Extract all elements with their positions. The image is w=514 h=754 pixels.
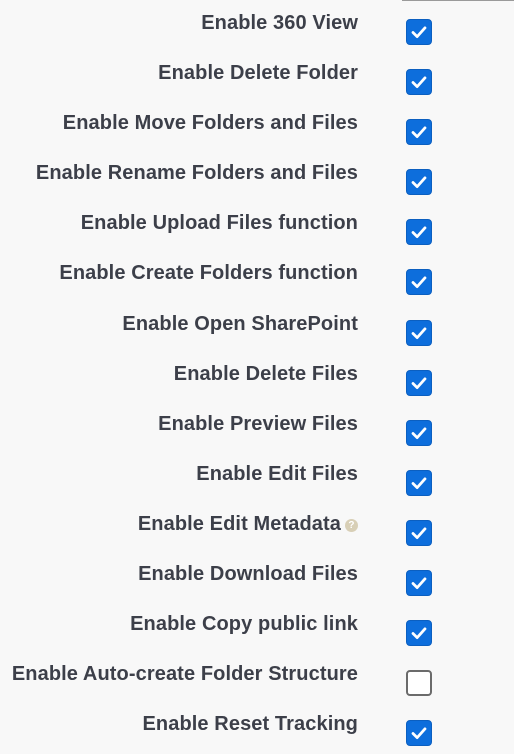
checkbox-enable-preview-files[interactable] [406,419,432,446]
setting-label-enable-upload-files-function: Enable Upload Files function [81,212,358,235]
setting-row-enable-open-sharepoint: Enable Open SharePoint [0,301,514,351]
checkmark-icon [411,377,427,389]
checkmark-icon [411,577,427,590]
checkmark-icon [411,627,427,640]
checkbox-enable-rename-folders-and-files[interactable] [406,169,432,196]
setting-label-text: Enable Delete Files [173,362,358,385]
setting-label-text: Enable Edit Files [196,462,358,485]
setting-label-enable-delete-folder: Enable Delete Folder [158,62,358,85]
setting-row-enable-copy-public-link: Enable Copy public link [0,601,514,651]
setting-row-enable-auto-create-folder-structure: Enable Auto-create Folder Structure [0,651,514,701]
checkbox-enable-delete-files[interactable] [406,369,432,396]
settings-list: Enable 360 View Enable Delete Folder Enabl… [0,0,514,751]
setting-row-enable-download-files: Enable Download Files [0,551,514,601]
checkmark-icon [411,727,427,740]
checkbox-enable-upload-files-function[interactable] [406,219,432,246]
setting-label-text: Enable Open SharePoint [122,312,358,335]
setting-label-enable-delete-files: Enable Delete Files [174,363,358,386]
setting-label-enable-move-folders-and-files: Enable Move Folders and Files [63,112,358,135]
setting-label-text: Enable Auto-create Folder Structure [11,663,358,686]
setting-row-enable-delete-folder: Enable Delete Folder [0,50,514,100]
setting-row-enable-upload-files-function: Enable Upload Files function [0,200,514,250]
setting-label-text: Enable Rename Folders and Files [35,162,358,185]
checkmark-icon [411,427,427,439]
setting-label-text: Enable Create Folders function [59,262,358,285]
checkmark-icon [411,226,427,239]
checkbox-enable-360-view[interactable] [406,19,432,45]
checkmark-icon [411,477,427,489]
setting-label-enable-edit-files: Enable Edit Files [196,463,358,486]
setting-row-enable-delete-files: Enable Delete Files [0,351,514,401]
setting-label-text: Enable Reset Tracking [142,713,358,736]
setting-label-enable-360-view: Enable 360 View [201,12,358,35]
checkbox-enable-edit-metadata[interactable] [406,519,432,546]
setting-label-enable-edit-metadata: Enable Edit Metadata? [138,513,358,536]
setting-row-enable-360-view: Enable 360 View [0,0,514,50]
setting-label-enable-preview-files: Enable Preview Files [158,413,358,436]
checkmark-icon [411,327,427,339]
checkmark-icon [411,276,427,289]
setting-label-enable-copy-public-link: Enable Copy public link [130,613,358,636]
checkmark-icon [411,126,427,139]
setting-label-text: Enable Move Folders and Files [62,112,358,135]
checkmark-icon [411,76,427,89]
checkbox-enable-delete-folder[interactable] [406,69,432,96]
checkmark-icon [411,527,427,539]
help-icon[interactable]: ? [345,519,358,533]
checkbox-enable-reset-tracking[interactable] [406,720,432,747]
setting-row-enable-preview-files: Enable Preview Files [0,401,514,451]
setting-label-enable-download-files: Enable Download Files [138,563,358,586]
setting-label-enable-open-sharepoint: Enable Open SharePoint [122,313,358,336]
checkbox-enable-move-folders-and-files[interactable] [406,119,432,146]
checkbox-enable-auto-create-folder-structure[interactable] [406,670,432,697]
checkmark-icon [411,176,427,189]
setting-label-enable-auto-create-folder-structure: Enable Auto-create Folder Structure [12,663,358,686]
checkbox-enable-create-folders-function[interactable] [406,269,432,296]
setting-label-enable-reset-tracking: Enable Reset Tracking [142,713,358,736]
setting-label-text: Enable Edit Metadata [137,512,341,535]
setting-row-enable-rename-folders-and-files: Enable Rename Folders and Files [0,150,514,200]
checkbox-enable-open-sharepoint[interactable] [406,319,432,346]
setting-row-enable-create-folders-function: Enable Create Folders function [0,250,514,300]
setting-label-text: Enable Preview Files [158,412,358,435]
setting-row-enable-edit-metadata: Enable Edit Metadata? [0,501,514,551]
checkbox-enable-copy-public-link[interactable] [406,620,432,647]
setting-row-enable-edit-files: Enable Edit Files [0,451,514,501]
checkbox-enable-download-files[interactable] [406,570,432,597]
setting-label-text: Enable 360 View [201,12,358,34]
setting-row-enable-reset-tracking: Enable Reset Tracking [0,701,514,751]
setting-label-text: Enable Download Files [138,563,358,586]
checkbox-enable-edit-files[interactable] [406,469,432,496]
checkmark-icon [411,26,427,38]
setting-row-enable-move-folders-and-files: Enable Move Folders and Files [0,100,514,150]
setting-label-text: Enable Delete Folder [158,62,358,85]
setting-label-enable-rename-folders-and-files: Enable Rename Folders and Files [36,162,358,185]
setting-label-enable-create-folders-function: Enable Create Folders function [59,262,358,285]
setting-label-text: Enable Upload Files function [80,212,358,235]
setting-label-text: Enable Copy public link [130,613,358,636]
